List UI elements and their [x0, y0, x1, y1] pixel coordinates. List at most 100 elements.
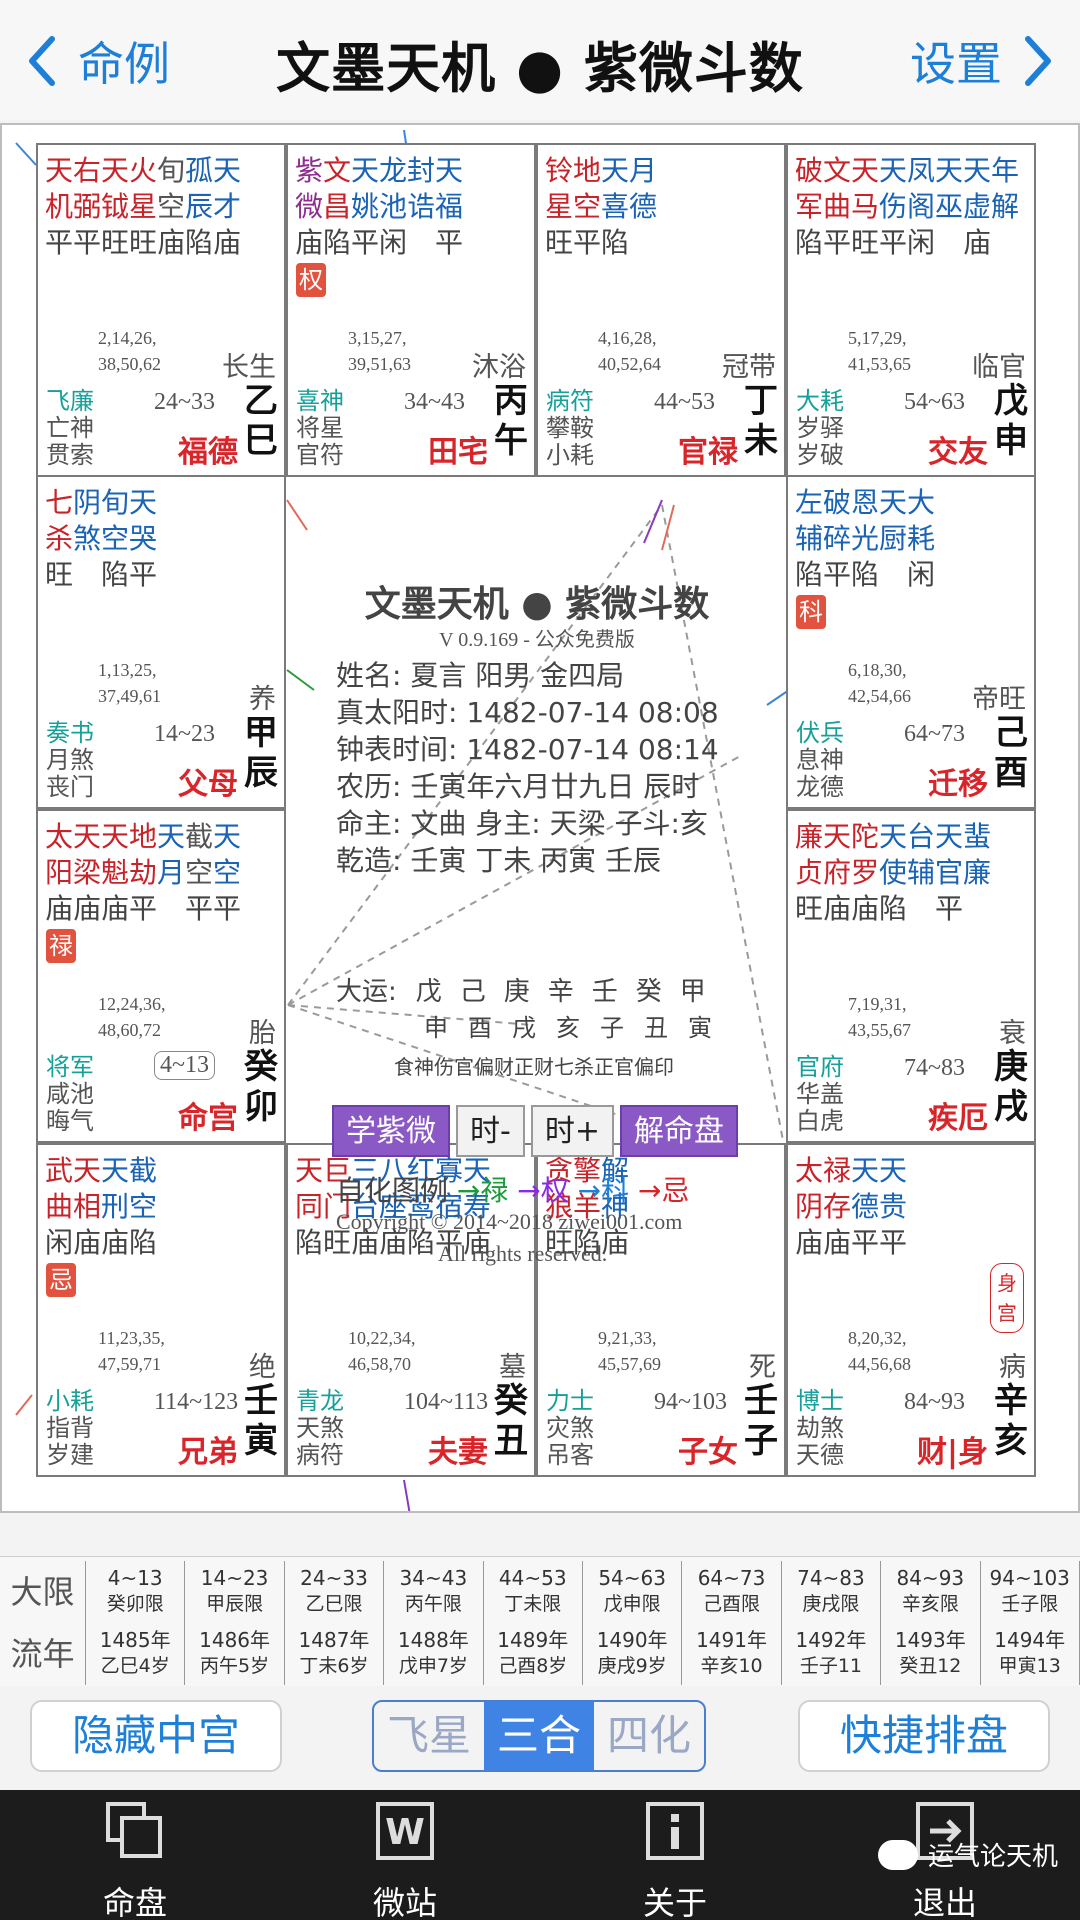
cell-line: 94~103 — [989, 1566, 1070, 1590]
brightness — [73, 557, 101, 593]
palace-si[interactable]: 天右天火旬孤天机弼钺星空辰才平平旺旺庙陷庙 2,14,26, 38,50,62 长生飞… — [36, 143, 286, 477]
star-char: 破 — [823, 486, 852, 519]
chart-icon — [106, 1802, 162, 1858]
star-char: 空 — [185, 856, 214, 889]
settings-label: 设置 — [910, 37, 1002, 91]
hour-plus-button[interactable]: 时+ — [530, 1105, 614, 1157]
star-char: 天 — [601, 154, 630, 187]
brightness: 平 — [351, 226, 380, 259]
self-hua-legend: 自化图例 →禄 →权 →科 →忌 — [336, 1169, 690, 1209]
age-line: 7,19,31, — [848, 994, 907, 1014]
info-line: 真太阳时: 1482-07-14 08:08 — [336, 696, 719, 729]
tab-about[interactable]: 关于 — [600, 1800, 750, 1920]
palace-chen[interactable]: 七阴旬天杀煞空哭旺陷平 1,13,25, 37,49,61 养奏书 月煞 丧门 14~23 父… — [36, 475, 286, 809]
daxian-cell[interactable]: 74~83 庚戌限 — [782, 1561, 882, 1623]
interpret-chart-button[interactable]: 解命盘 — [619, 1105, 738, 1157]
age-line: 5,17,29, — [848, 328, 907, 348]
ten-gods-text: 食神伤官偏财正财七杀正官偏印 — [394, 1055, 674, 1079]
age-line: 40,52,64 — [598, 354, 661, 374]
brightness-row: 旺陷平 — [45, 557, 280, 593]
palace-name: 官禄 — [678, 435, 738, 470]
learn-ziwei-button[interactable]: 学紫微 — [332, 1105, 450, 1157]
cell-line: 丁未限 — [504, 1593, 562, 1615]
cell-line: 甲寅13 — [998, 1655, 1061, 1677]
liunian-cell[interactable]: 1486年 丙午5岁 — [185, 1623, 285, 1685]
palace-wu[interactable]: 紫文天龙封天微昌姚池诰福庙陷平闲平权 3,15,27, 39,51,63 沐浴 喜神 将星… — [286, 143, 536, 477]
palace-yin[interactable]: 武天天截曲相刑空闲庙庙陷忌 11,23,35, 47,59,71 绝小耗 指背 岁建 114… — [36, 1143, 286, 1477]
daxian-cell[interactable]: 64~73 己酉限 — [682, 1561, 782, 1623]
legend-ke: →科 — [577, 1174, 630, 1207]
brightness — [963, 891, 991, 927]
hour-minus-button[interactable]: 时- — [456, 1105, 525, 1157]
palace-hai[interactable]: 太禄天天阴存德贵庙庙平平身宫 8,20,32, 44,56,68 病博士 劫煞 天德 84~… — [786, 1143, 1036, 1477]
daxian-cell[interactable]: 34~43 丙午限 — [384, 1561, 484, 1623]
daxian-cell[interactable]: 4~13 癸卯限 — [86, 1561, 186, 1623]
star-char: 弼 — [73, 190, 102, 223]
brightness: 陷 — [601, 226, 630, 259]
settings-button[interactable]: 设置 — [910, 26, 1054, 96]
zhi: 未 — [744, 421, 778, 461]
age-digits: 8,20,32, 44,56,68 — [848, 1325, 911, 1377]
hide-center-button[interactable]: 隐藏中宫 — [30, 1700, 282, 1772]
liunian-cell[interactable]: 1491年 辛亥10 — [682, 1623, 782, 1685]
liunian-cell[interactable]: 1492年 壬子11 — [782, 1623, 882, 1685]
cell-line: 庚戌限 — [802, 1593, 860, 1615]
star-char: 煞 — [73, 522, 102, 555]
brightness — [935, 225, 963, 261]
wechat-icon — [877, 1839, 918, 1870]
gan-zhi: 己酉 — [994, 713, 1028, 793]
star-char: 军 — [795, 190, 824, 223]
daxian-cell[interactable]: 94~103 壬子限 — [981, 1561, 1080, 1623]
brightness: 闲 — [907, 558, 936, 591]
liunian-label: 流年 — [0, 1623, 86, 1685]
palace-mao[interactable]: 太天天地天截天阳梁魁劫月空空庙庙庙平平平禄 12,24,36, 48,60,72 胎将… — [36, 809, 286, 1143]
daxian-cell[interactable]: 54~63 戊申限 — [583, 1561, 683, 1623]
star-char: 凤 — [907, 154, 936, 187]
liunian-cell[interactable]: 1487年 丁未6岁 — [285, 1623, 385, 1685]
liunian-cell[interactable]: 1494年 甲寅13 — [981, 1623, 1080, 1685]
daxian-cell[interactable]: 14~23 甲辰限 — [185, 1561, 285, 1623]
sihua-badge: 科 — [796, 595, 826, 629]
zhi: 申 — [994, 421, 1028, 461]
palace-xu[interactable]: 廉天陀天台天蜚贞府罗使辅官廉旺庙庙陷平 7,19,31, 43,55,67 衰官府 华盖… — [786, 809, 1036, 1143]
palace-wei[interactable]: 铃地天月星空喜德旺平陷 4,16,28, 40,52,64 冠带 病符 攀鞍 小耗 44~53… — [536, 143, 786, 477]
decade-range: 104~113 — [404, 1389, 489, 1415]
liunian-cell[interactable]: 1489年 己酉8岁 — [484, 1623, 583, 1685]
star-char: 池 — [379, 190, 408, 223]
palace-shen[interactable]: 破文天天凤天天年军曲马伤阁巫虚解陷平旺平闲庙 5,17,29, 41,53,65 临官… — [786, 143, 1036, 477]
tab-label: 命盘 — [102, 1884, 167, 1920]
star-char: 刑 — [101, 1190, 130, 1223]
age-line: 37,49,61 — [98, 686, 161, 706]
gan-zhi: 癸丑 — [494, 1381, 528, 1461]
star-list: 天右天火旬孤天机弼钺星空辰才平平旺旺庙陷庙 — [45, 153, 280, 261]
tab-chart[interactable]: 命盘 — [60, 1800, 210, 1920]
brightness — [991, 225, 1019, 261]
gan: 乙 — [244, 381, 278, 421]
liunian-cell[interactable]: 1490年 庚戌9岁 — [583, 1623, 683, 1685]
star-char: 截 — [129, 1154, 158, 1187]
liunian-cell[interactable]: 1485年 乙巳4岁 — [86, 1623, 186, 1685]
star-char: 天 — [963, 154, 992, 187]
age-line: 12,24,36, — [98, 994, 166, 1014]
daxian-cell[interactable]: 24~33 乙巳限 — [285, 1561, 385, 1623]
liunian-cell[interactable]: 1488年 戊申7岁 — [384, 1623, 484, 1685]
zhi: 子 — [744, 1421, 778, 1461]
tab-microsite[interactable]: W 微站 — [330, 1800, 480, 1920]
ziwei-chart: 天右天火旬孤天机弼钺星空辰才平平旺旺庙陷庙 2,14,26, 38,50,62 长生飞… — [0, 123, 1080, 1513]
palace-you[interactable]: 左破恩天大辅碎光厨耗陷平陷闲科 6,18,30, 42,54,66 帝旺 伏兵 息神 龙德 6… — [786, 475, 1036, 809]
brightness: 平 — [185, 892, 214, 925]
daxian-cell[interactable]: 44~53 丁未限 — [484, 1561, 583, 1623]
legend-label: 自化图例 — [336, 1174, 449, 1207]
decade-range: 94~103 — [654, 1389, 727, 1415]
star-char: 天 — [101, 154, 130, 187]
star-char: 诰 — [407, 190, 436, 223]
daxian-cell[interactable]: 84~93 辛亥限 — [881, 1561, 981, 1623]
seg-sihua[interactable]: 四化 — [594, 1702, 704, 1770]
liunian-cell[interactable]: 1493年 癸丑12 — [881, 1623, 981, 1685]
seg-sanhe[interactable]: 三合 — [484, 1702, 594, 1770]
quick-chart-button[interactable]: 快捷排盘 — [798, 1700, 1050, 1772]
cell-line: 辛亥限 — [901, 1593, 959, 1615]
brightness: 旺 — [545, 226, 574, 259]
seg-feixing[interactable]: 飞星 — [374, 1702, 484, 1770]
zhi: 午 — [494, 421, 528, 461]
